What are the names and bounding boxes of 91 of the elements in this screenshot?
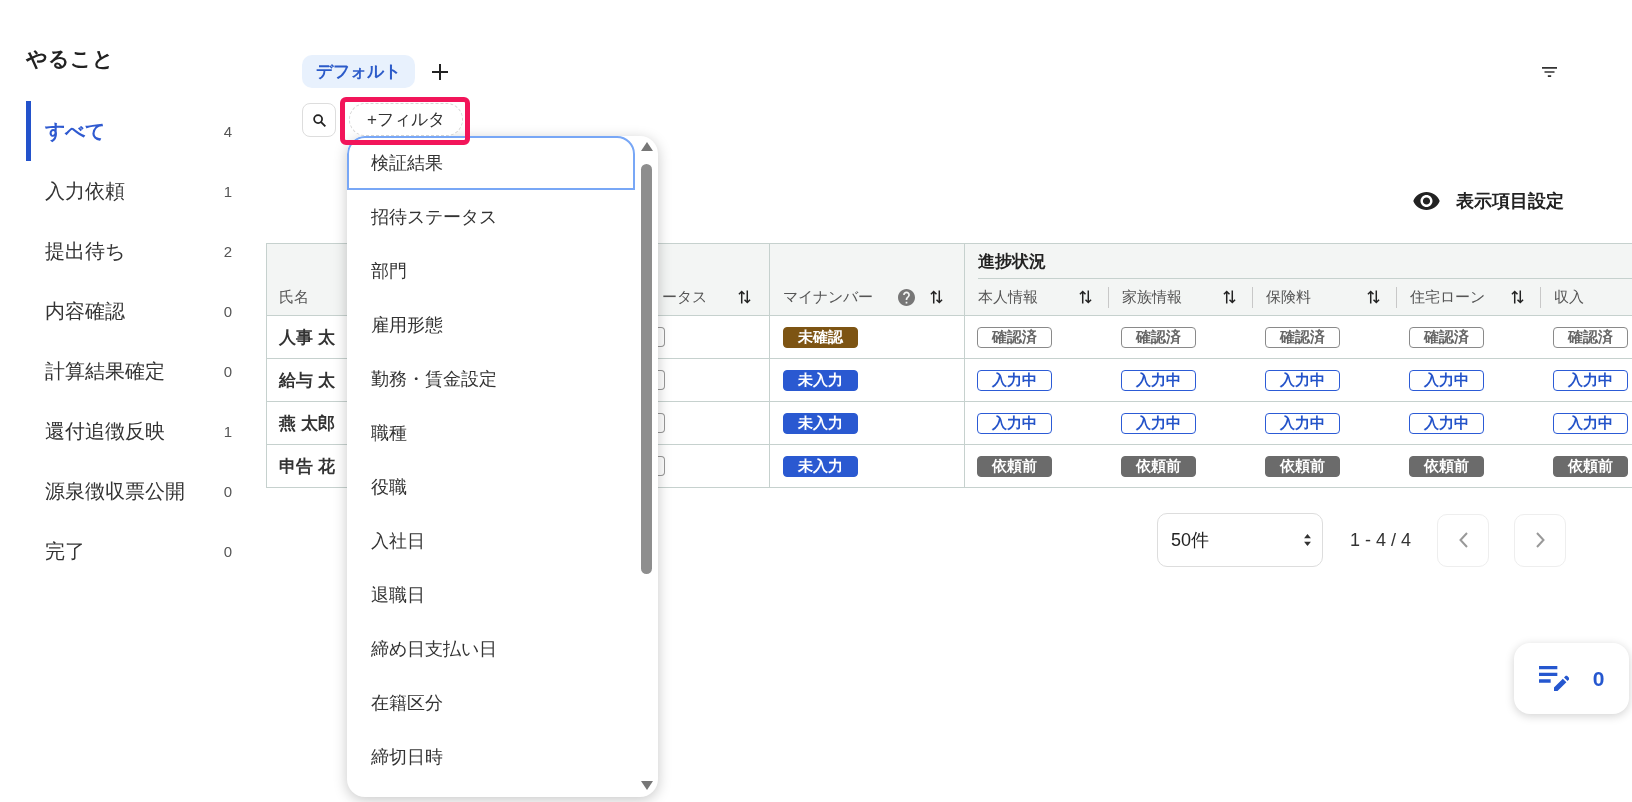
column-header[interactable]: 収入: [1554, 286, 1632, 308]
menu-item[interactable]: 締め日支払い日: [347, 622, 635, 676]
scrollbar-thumb[interactable]: [641, 164, 652, 574]
caret-icon: [1303, 534, 1311, 546]
scroll-up-icon[interactable]: [640, 142, 653, 151]
sort-icon[interactable]: [738, 289, 751, 305]
status-badge: 依頼前: [1409, 455, 1484, 477]
chevron-right-icon: [1535, 532, 1545, 548]
status-badge: 未入力: [783, 455, 858, 477]
sort-icon[interactable]: [1511, 289, 1524, 305]
menu-item[interactable]: 検証結果: [347, 136, 635, 190]
status-badge: 入力中: [1553, 369, 1628, 391]
menu-item[interactable]: 雇用形態: [347, 298, 635, 352]
status-badge: 入力中: [1121, 412, 1196, 434]
item-count: 1: [223, 182, 232, 200]
sidebar-item[interactable]: 完了 0: [26, 521, 232, 581]
sidebar-item[interactable]: 入力依頼 1: [26, 161, 232, 221]
menu-item[interactable]: 役職: [347, 460, 635, 514]
item-count: 4: [223, 122, 232, 140]
sort-icon[interactable]: [1079, 289, 1092, 305]
list-pencil-icon: [1538, 666, 1569, 691]
column-header[interactable]: 氏名: [279, 286, 309, 308]
status-badge: 入力中: [1553, 412, 1628, 434]
status-badge: 入力中: [977, 412, 1052, 434]
status-badge: 依頼前: [1121, 455, 1196, 477]
eye-icon: [1413, 192, 1440, 210]
item-count: 2: [223, 242, 232, 260]
chevron-left-icon: [1458, 532, 1468, 548]
sort-icon[interactable]: [1223, 289, 1236, 305]
menu-item[interactable]: 部門: [347, 244, 635, 298]
status-badge: 依頼前: [1265, 455, 1340, 477]
view-tab[interactable]: デフォルト: [302, 55, 415, 88]
item-count: 1: [223, 422, 232, 440]
status-badge: 入力中: [1409, 412, 1484, 434]
column-header[interactable]: 本人情報: [978, 286, 1092, 308]
sort-icon[interactable]: [1367, 289, 1380, 305]
plus-icon[interactable]: [432, 63, 448, 80]
column-header[interactable]: マイナンバー: [783, 286, 943, 308]
name-cell-text: 燕 太郎: [279, 412, 335, 435]
item-count: 0: [223, 482, 232, 500]
status-badge: 確認済: [1265, 326, 1340, 348]
add-filter-button[interactable]: +フィルタ: [349, 103, 463, 136]
status-badge: 未入力: [783, 412, 858, 434]
status-badge: 入力中: [1265, 369, 1340, 391]
column-group-header: 進捗状況: [978, 244, 1632, 279]
column-header[interactable]: ータス: [662, 286, 751, 308]
page-range: 1 - 4 / 4: [1349, 529, 1411, 551]
status-badge: 未入力: [783, 369, 858, 391]
status-badge: 依頼前: [1553, 455, 1628, 477]
status-badge: 確認済: [1553, 326, 1628, 348]
edit-list-button[interactable]: 0: [1514, 643, 1629, 714]
menu-item[interactable]: 招待ステータス: [347, 190, 635, 244]
menu-item[interactable]: 入社日: [347, 514, 635, 568]
sort-icon[interactable]: [930, 289, 943, 305]
menu-item[interactable]: 職種: [347, 406, 635, 460]
sidebar-item[interactable]: すべて 4: [26, 101, 232, 161]
status-badge: 入力中: [1409, 369, 1484, 391]
status-badge: 入力中: [1265, 412, 1340, 434]
display-settings-button[interactable]: 表示項目設定: [1413, 186, 1564, 216]
menu-item[interactable]: 締切日時: [347, 730, 635, 784]
sidebar-item[interactable]: 計算結果確定 0: [26, 341, 232, 401]
sidebar-item[interactable]: 還付追徴反映 1: [26, 401, 232, 461]
sidebar-item[interactable]: 源泉徴収票公開 0: [26, 461, 232, 521]
status-badge: 確認済: [1409, 326, 1484, 348]
filter-icon[interactable]: [1542, 66, 1557, 77]
page-size-select[interactable]: 50件: [1156, 513, 1323, 567]
item-count: 0: [223, 302, 232, 320]
menu-item[interactable]: 在籍区分: [347, 676, 635, 730]
menu-item[interactable]: 退職日: [347, 568, 635, 622]
sidebar-title: やること: [26, 46, 115, 72]
sidebar-item[interactable]: 提出待ち 2: [26, 221, 232, 281]
item-count: 0: [223, 542, 232, 560]
menu-item[interactable]: 勤務・賃金設定: [347, 352, 635, 406]
status-badge: 確認済: [1121, 326, 1196, 348]
status-badge: 未確認: [783, 326, 858, 348]
column-header[interactable]: 家族情報: [1122, 286, 1236, 308]
scroll-down-icon[interactable]: [640, 781, 653, 790]
sidebar-item[interactable]: 内容確認 0: [26, 281, 232, 341]
column-header[interactable]: 住宅ローン: [1410, 286, 1524, 308]
status-badge: 依頼前: [977, 455, 1052, 477]
status-badge: 入力中: [1121, 369, 1196, 391]
help-icon[interactable]: [898, 288, 915, 306]
status-badge: 入力中: [977, 369, 1052, 391]
name-cell-text: 人事 太: [279, 326, 335, 349]
search-icon: [312, 113, 326, 127]
search-button[interactable]: [302, 103, 336, 137]
column-header[interactable]: 保険料: [1266, 286, 1380, 308]
item-count: 0: [223, 362, 232, 380]
status-badge: 確認済: [977, 326, 1052, 348]
name-cell-text: 申告 花: [279, 455, 335, 478]
name-cell-text: 給与 太: [279, 369, 335, 392]
